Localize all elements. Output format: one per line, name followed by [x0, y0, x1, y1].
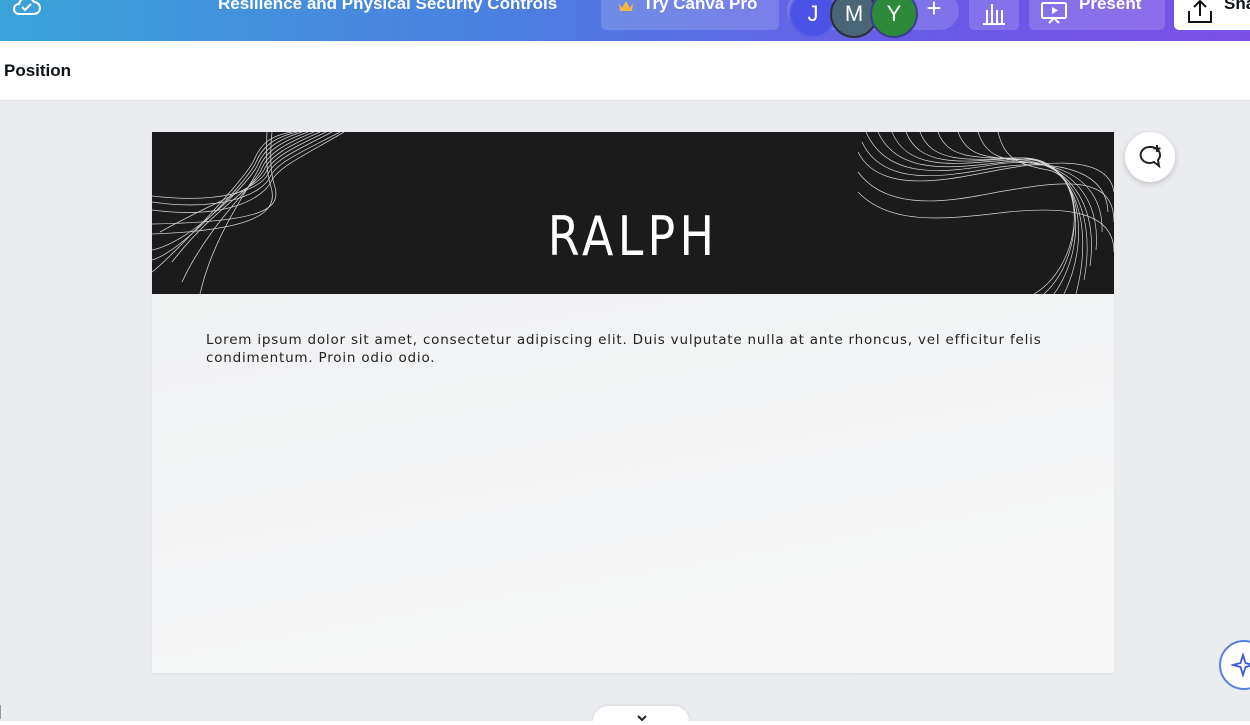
slide-title[interactable]: RALPH: [224, 202, 1042, 272]
add-comment-button[interactable]: [1125, 132, 1175, 182]
cloud-check-icon[interactable]: [12, 0, 42, 18]
context-toolbar: Position: [0, 41, 1250, 101]
share-upload-icon: [1188, 0, 1212, 23]
share-button[interactable]: Share: [1174, 0, 1250, 30]
top-bar: Resilience and Physical Security Control…: [0, 0, 1250, 41]
sparkle-icon: [1231, 652, 1250, 678]
try-canva-pro-label: Try Canva Pro: [643, 0, 758, 13]
try-canva-pro-button[interactable]: Try Canva Pro: [601, 0, 779, 30]
left-edge-marker: [0, 705, 1, 719]
crown-icon: [619, 1, 633, 11]
avatar[interactable]: Y: [870, 0, 918, 38]
slide-header-banner[interactable]: RALPH: [152, 132, 1114, 294]
slide-body-text[interactable]: Lorem ipsum dolor sit amet, consectetur …: [206, 331, 1066, 367]
insights-button[interactable]: [969, 0, 1019, 30]
presentation-icon: [1041, 2, 1067, 24]
present-label: Present: [1079, 0, 1142, 13]
slide-canvas[interactable]: RALPH Lorem ipsum dolor sit amet, consec…: [152, 132, 1114, 673]
share-label: Share: [1224, 0, 1250, 13]
bar-chart-icon: [983, 4, 1005, 25]
position-button[interactable]: Position: [4, 61, 71, 81]
add-collaborator-button[interactable]: +: [918, 0, 950, 30]
document-title[interactable]: Resilience and Physical Security Control…: [218, 0, 557, 14]
comment-plus-icon: [1139, 145, 1161, 169]
magic-assistant-button[interactable]: [1219, 640, 1250, 690]
present-button[interactable]: Present: [1029, 0, 1165, 30]
bottom-bar-edge: [0, 721, 1250, 725]
